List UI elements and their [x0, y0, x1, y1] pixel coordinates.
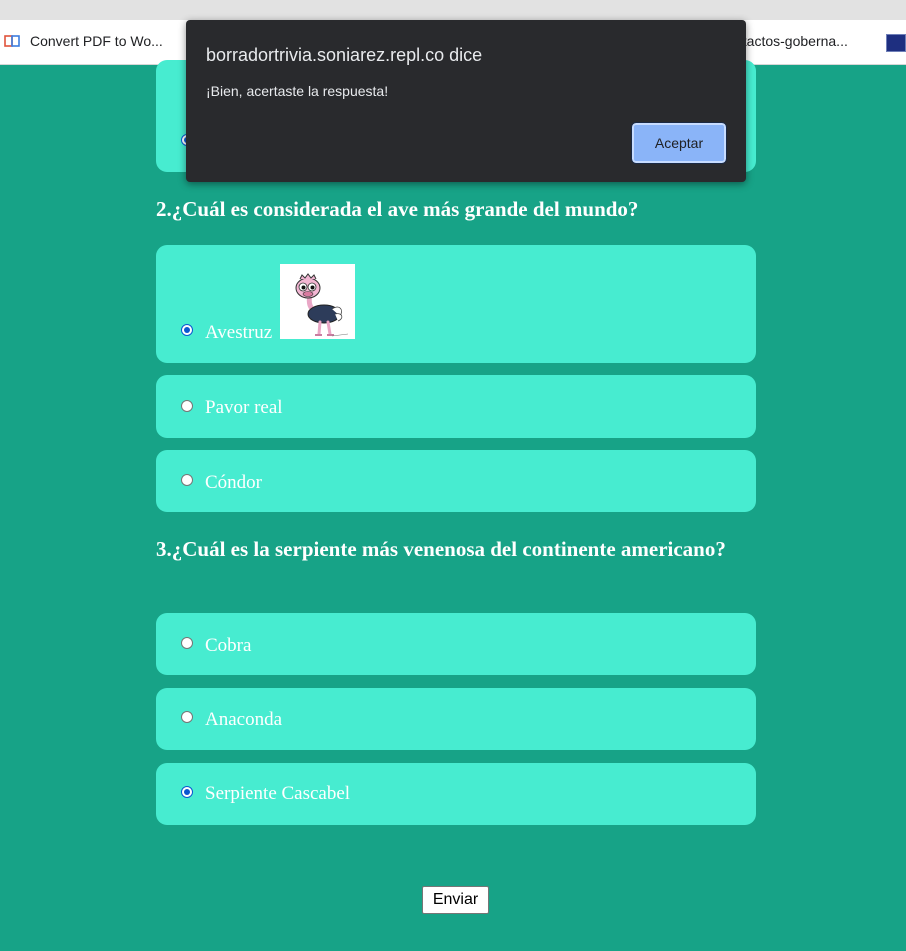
option-card-pavor-real[interactable]: Pavor real [156, 375, 756, 438]
radio-cascabel[interactable] [181, 786, 193, 798]
bookmark-label: ntactos-goberna... [735, 33, 848, 49]
bookmark-contactos[interactable]: ntactos-goberna... [735, 33, 848, 49]
bookmark-favicon-icon[interactable] [886, 34, 906, 52]
radio-cobra[interactable] [181, 637, 193, 649]
option-label-anaconda: Anaconda [205, 709, 283, 730]
alert-dialog: borradortrivia.soniarez.repl.co dice ¡Bi… [186, 20, 746, 182]
option-label-pavor-real: Pavor real [205, 397, 283, 418]
pdf-converter-icon [4, 34, 20, 48]
ostrich-image [280, 264, 355, 339]
option-label-avestruz: Avestruz [205, 322, 273, 343]
option-card-condor[interactable]: Cóndor [156, 450, 756, 512]
question-2-title: 2.¿Cuál es considerada el ave más grande… [156, 197, 639, 221]
option-card-cascabel[interactable]: Serpiente Cascabel [156, 763, 756, 825]
submit-button[interactable]: Enviar [422, 886, 489, 914]
option-label-cobra: Cobra [205, 635, 252, 656]
dialog-accept-button[interactable]: Aceptar [631, 122, 727, 164]
radio-condor[interactable] [181, 474, 193, 486]
option-card-anaconda[interactable]: Anaconda [156, 688, 756, 750]
dialog-message: ¡Bien, acertaste la respuesta! [206, 83, 389, 99]
bookmark-convert-pdf[interactable]: Convert PDF to Wo... [4, 33, 163, 49]
radio-anaconda[interactable] [181, 711, 193, 723]
question-3-title: 3.¿Cuál es la serpiente más venenosa del… [156, 537, 726, 561]
option-label-cascabel: Serpiente Cascabel [205, 783, 351, 804]
radio-avestruz[interactable] [181, 324, 193, 336]
browser-tab-strip [0, 0, 906, 20]
dialog-title: borradortrivia.soniarez.repl.co dice [206, 45, 483, 65]
option-card-cobra[interactable]: Cobra [156, 613, 756, 675]
option-card-avestruz[interactable]: Avestruz [156, 245, 756, 363]
radio-pavor-real[interactable] [181, 400, 193, 412]
bookmark-label: Convert PDF to Wo... [30, 33, 163, 49]
option-label-condor: Cóndor [205, 472, 262, 493]
